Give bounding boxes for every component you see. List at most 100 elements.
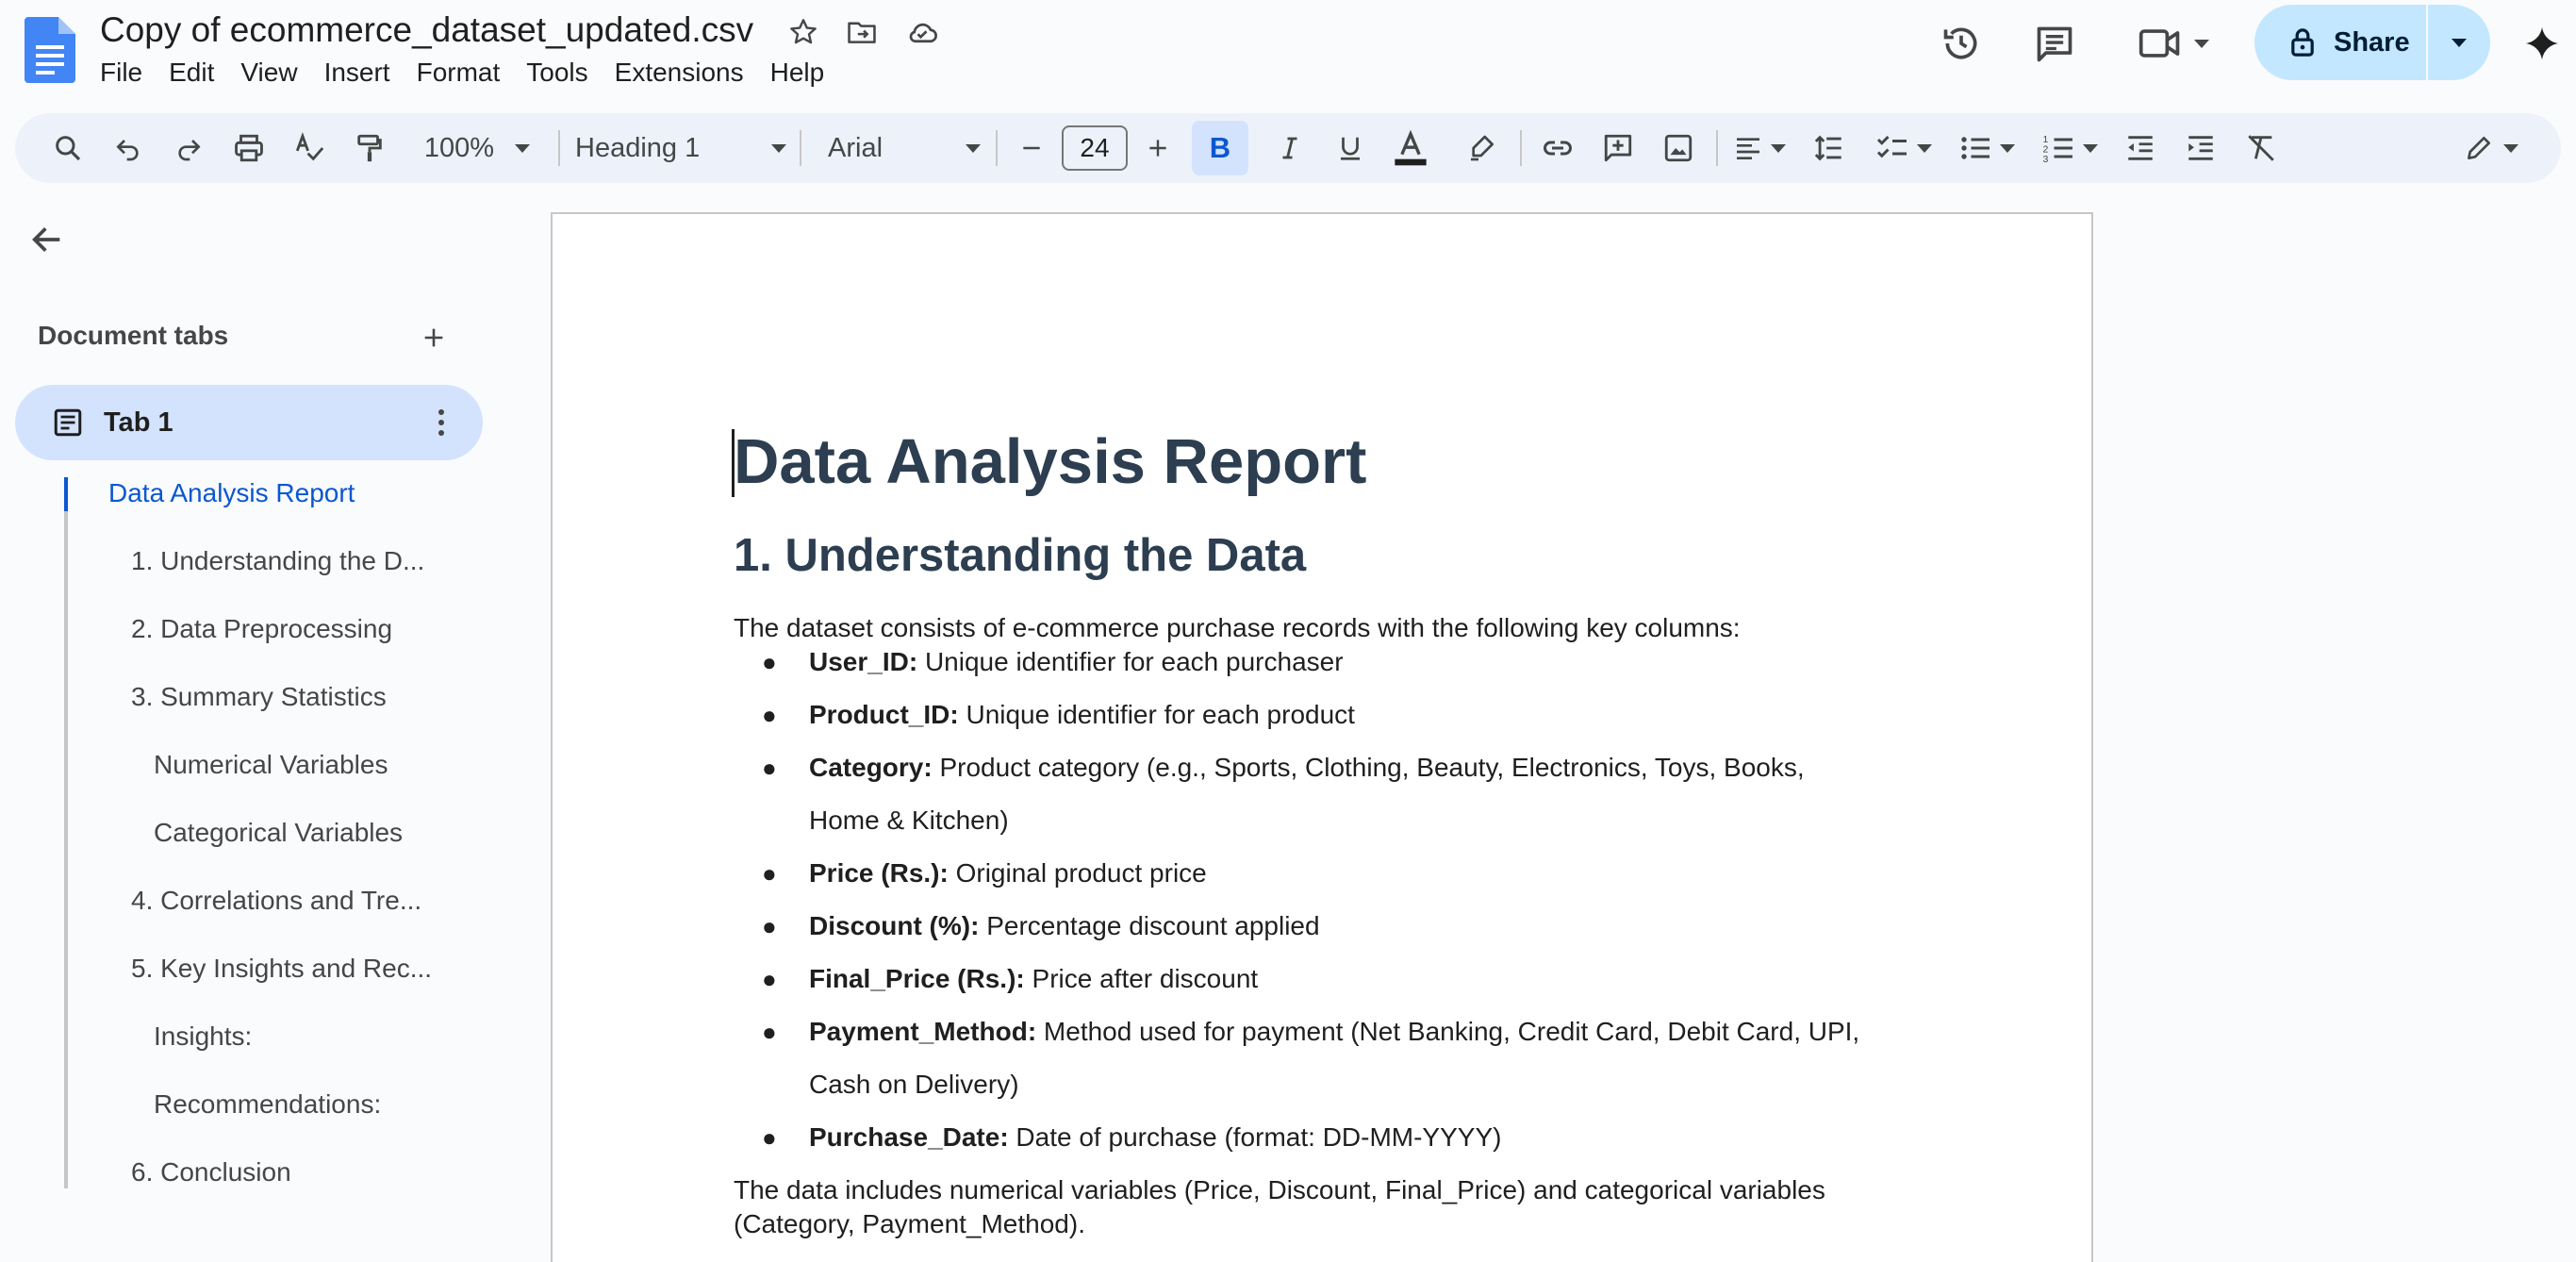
text-color-icon[interactable] xyxy=(1386,113,1435,183)
outline-item-correlations-and-trends[interactable]: 4. Correlations and Tre... xyxy=(131,884,421,918)
bullet-icon: ● xyxy=(762,701,777,729)
bold-button[interactable]: B xyxy=(1192,121,1248,175)
font-size-input[interactable]: 24 xyxy=(1062,125,1128,171)
style-select[interactable]: Heading 1 xyxy=(575,113,798,183)
outline-active-marker xyxy=(64,477,68,511)
menu-insert[interactable]: Insert xyxy=(311,53,404,92)
svg-text:3: 3 xyxy=(2043,154,2049,165)
list-item-text: User_ID: Unique identifier for each purc… xyxy=(809,647,1344,676)
menu-format[interactable]: Format xyxy=(404,53,514,92)
print-icon[interactable] xyxy=(224,113,273,183)
cloud-saved-icon[interactable] xyxy=(903,13,941,51)
checklist-icon[interactable] xyxy=(1865,113,1942,183)
star-icon[interactable] xyxy=(784,13,822,51)
document-heading: Data Analysis Report xyxy=(734,426,1367,497)
bullet-icon: ● xyxy=(762,965,777,993)
editing-mode-icon[interactable] xyxy=(2453,113,2529,183)
menu-tools[interactable]: Tools xyxy=(513,53,601,92)
tab-1[interactable]: Tab 1 xyxy=(15,385,483,460)
underline-icon[interactable] xyxy=(1326,113,1375,183)
meet-icon[interactable] xyxy=(2131,19,2216,68)
font-value: Arial xyxy=(828,132,883,163)
menu-help[interactable]: Help xyxy=(757,53,838,92)
bullet-icon: ● xyxy=(762,754,777,782)
decrease-font-size-button[interactable] xyxy=(1011,113,1052,183)
increase-indent-icon[interactable] xyxy=(2176,113,2225,183)
insert-image-icon[interactable] xyxy=(1654,113,1703,183)
outline-item-summary-statistics[interactable]: 3. Summary Statistics xyxy=(131,680,387,714)
list-item-text: Price (Rs.): Original product price xyxy=(809,858,1207,888)
chevron-down-icon xyxy=(771,143,786,153)
line-spacing-icon[interactable] xyxy=(1805,113,1854,183)
outline-item-understanding-the-data[interactable]: 1. Understanding the D... xyxy=(131,544,424,578)
chevron-down-icon xyxy=(966,143,981,153)
bullet-icon: ● xyxy=(762,912,777,940)
docs-logo-icon[interactable] xyxy=(25,17,75,83)
toolbar-divider xyxy=(1520,130,1522,166)
comments-icon[interactable] xyxy=(2030,19,2079,68)
outline-item-data-preprocessing[interactable]: 2. Data Preprocessing xyxy=(131,612,392,646)
toolbar-divider xyxy=(996,130,998,166)
outline-rail xyxy=(64,477,68,1188)
closing-paragraph-line: The data includes numerical variables (P… xyxy=(734,1175,1825,1204)
more-vert-icon[interactable] xyxy=(422,404,460,441)
redo-icon[interactable] xyxy=(164,113,213,183)
decrease-indent-icon[interactable] xyxy=(2116,113,2165,183)
bulleted-list-icon[interactable] xyxy=(1948,113,2025,183)
document-title[interactable]: Copy of ecommerce_dataset_updated.csv xyxy=(100,8,753,53)
outline-item-conclusion[interactable]: 6. Conclusion xyxy=(131,1155,291,1189)
outline-item-categorical-variables[interactable]: Categorical Variables xyxy=(154,816,403,850)
clear-formatting-icon[interactable] xyxy=(2237,113,2286,183)
menu-extensions[interactable]: Extensions xyxy=(602,53,757,92)
title-bar: Copy of ecommerce_dataset_updated.csv Fi… xyxy=(0,0,2576,106)
spellcheck-icon[interactable] xyxy=(285,113,334,183)
move-to-folder-icon[interactable] xyxy=(843,13,881,51)
outline-item-insights[interactable]: Insights: xyxy=(154,1020,252,1054)
chevron-down-icon xyxy=(1917,143,1932,153)
italic-icon[interactable] xyxy=(1265,113,1314,183)
lock-icon xyxy=(2291,28,2314,57)
paint-format-icon[interactable] xyxy=(345,113,394,183)
chevron-down-icon xyxy=(515,143,531,153)
toolbar-divider xyxy=(1716,130,1718,166)
list-item-text: Purchase_Date: Date of purchase (format:… xyxy=(809,1122,1502,1152)
share-button[interactable]: Share xyxy=(2254,5,2426,80)
highlight-icon[interactable] xyxy=(1458,113,1507,183)
gemini-icon[interactable] xyxy=(2518,19,2567,68)
formatting-toolbar: 100% Heading 1 Arial 24 B 1 2 3 xyxy=(15,113,2561,183)
add-tab-icon[interactable] xyxy=(413,317,454,358)
align-icon[interactable] xyxy=(1724,113,1795,183)
zoom-value: 100% xyxy=(423,132,495,163)
increase-font-size-button[interactable] xyxy=(1137,113,1179,183)
undo-icon[interactable] xyxy=(104,113,153,183)
chevron-down-icon xyxy=(2452,38,2467,47)
outline-item-recommendations[interactable]: Recommendations: xyxy=(154,1088,381,1121)
list-item-text: Payment_Method: Method used for payment … xyxy=(809,1017,1860,1046)
bullet-icon: ● xyxy=(762,859,777,888)
toolbar-divider xyxy=(558,130,560,166)
style-value: Heading 1 xyxy=(575,132,701,163)
add-comment-icon[interactable] xyxy=(1593,113,1643,183)
closing-paragraph-line: (Category, Payment_Method). xyxy=(734,1209,1085,1238)
bullet-icon: ● xyxy=(762,1123,777,1152)
font-select[interactable]: Arial xyxy=(828,113,998,183)
link-icon[interactable] xyxy=(1533,113,1582,183)
tab-label: Tab 1 xyxy=(104,407,173,438)
list-item-text: Final_Price (Rs.): Price after discount xyxy=(809,964,1259,993)
history-icon[interactable] xyxy=(1937,19,1986,68)
menu-edit[interactable]: Edit xyxy=(156,53,227,92)
search-menus-icon[interactable] xyxy=(43,113,92,183)
menu-view[interactable]: View xyxy=(227,53,310,92)
zoom-select[interactable]: 100% xyxy=(411,113,543,183)
list-item-text: Category: Product category (e.g., Sports… xyxy=(809,753,1805,782)
menu-file[interactable]: File xyxy=(87,53,156,92)
numbered-list-icon[interactable]: 123 xyxy=(2031,113,2108,183)
chevron-down-icon xyxy=(2000,143,2015,153)
chevron-down-icon xyxy=(1771,143,1786,153)
outline-item-numerical-variables[interactable]: Numerical Variables xyxy=(154,748,388,782)
back-arrow-icon[interactable] xyxy=(21,213,74,266)
outline-item-key-insights[interactable]: 5. Key Insights and Rec... xyxy=(131,952,432,986)
share-dropdown-button[interactable] xyxy=(2428,5,2490,80)
bullet-icon: ● xyxy=(762,1018,777,1046)
outline-item-data-analysis-report[interactable]: Data Analysis Report xyxy=(108,476,355,510)
